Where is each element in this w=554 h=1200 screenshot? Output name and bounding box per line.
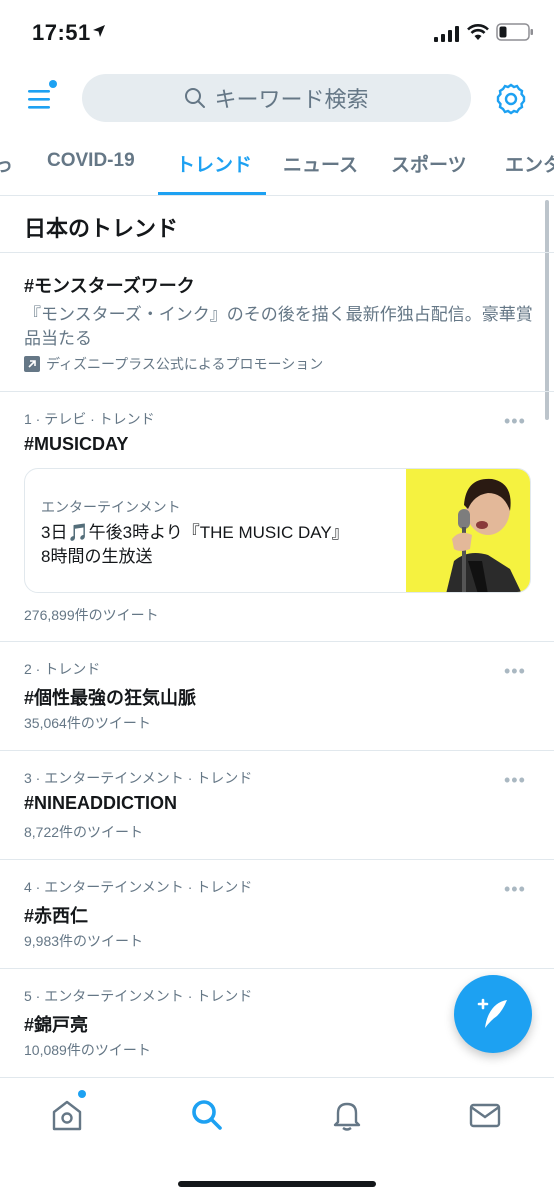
trend-name: #赤西仁 [24,906,89,926]
divider [0,252,554,253]
section-title: 日本のトレンド [24,216,179,241]
card-headline-line1: 3日🎵午後3時より『THE MUSIC DAY』 [41,523,349,542]
mail-icon[interactable] [468,1098,502,1132]
tab-entertainment[interactable]: エンタ [505,150,554,177]
scrollbar[interactable] [545,200,549,420]
location-arrow-icon [93,25,105,37]
tab-partial-left[interactable]: っ [0,150,13,177]
bell-icon[interactable] [330,1098,364,1132]
notification-dot [49,80,57,88]
trend-meta: 4 · エンターテインメント · トレンド [24,879,253,895]
trend-count: 35,064件のツイート [24,715,151,731]
gear-icon[interactable] [494,82,528,116]
more-options-icon[interactable]: ••• [504,879,526,900]
trend-count: 8,722件のツイート [24,824,144,840]
active-tab-indicator [158,192,266,195]
promoted-description: 『モンスターズ・インク』のその後を描く最新作独占配信。豪華賞品当たる [24,305,533,348]
trend-meta: 3 · エンターテインメント · トレンド [24,770,253,786]
promoted-icon [24,356,40,372]
trend-count: 10,089件のツイート [24,1042,151,1058]
singer-photo-image [446,478,522,592]
divider [0,641,554,642]
promoted-by: ディズニープラス公式によるプロモーション [24,354,323,374]
trend-item-4[interactable]: 4 · エンターテインメント · トレンド #赤西仁 ••• 9,983件のツイ… [0,877,554,961]
compose-feather-icon [477,998,507,1028]
tab-covid19[interactable]: COVID-19 [47,150,135,172]
trend-meta: 2 · トレンド [24,661,101,677]
trend-count: 276,899件のツイート [24,607,159,623]
card-category: エンターテインメント [41,499,181,515]
notification-dot [78,1090,86,1098]
trend-count: 9,983件のツイート [24,933,144,949]
home-indicator [178,1181,376,1187]
card-headline: 3日🎵午後3時より『THE MUSIC DAY』 8時間の生放送 [41,521,401,569]
trend-meta: 5 · エンターテインメント · トレンド [24,988,253,1004]
tab-sports[interactable]: スポーツ [391,150,467,177]
trend-name: #錦戸亮 [24,1015,89,1035]
trend-item-2[interactable]: 2 · トレンド #個性最強の狂気山脈 ••• 35,064件のツイート [0,659,554,743]
top-header: キーワード検索 [0,70,554,126]
more-options-icon[interactable]: ••• [504,411,526,432]
search-icon [185,88,206,108]
divider [0,391,554,392]
card-thumbnail [406,469,530,592]
search-input[interactable]: キーワード検索 [82,74,471,122]
search-placeholder: キーワード検索 [214,87,369,112]
trend-name: #NINEADDICTION [24,793,178,813]
trend-item-3[interactable]: 3 · エンターテインメント · トレンド #NINEADDICTION •••… [0,768,554,852]
status-time: 17:51 [32,20,91,45]
status-bar: 17:51 [0,0,554,64]
card-headline-line2: 8時間の生放送 [41,547,153,566]
more-options-icon[interactable]: ••• [504,661,526,682]
more-options-icon[interactable]: ••• [504,770,526,791]
signal-icon [434,26,459,42]
divider [0,750,554,751]
wifi-icon [467,24,489,40]
trend-meta: 1 · テレビ · トレンド [24,411,155,427]
category-tabs: っ COVID-19 トレンド ニュース スポーツ エンタ [0,132,554,196]
divider [0,968,554,969]
trend-name: #MUSICDAY [24,434,129,454]
battery-icon [496,23,533,41]
promoted-title[interactable]: #モンスターズワーク [24,272,195,298]
divider [0,859,554,860]
trend-name: #個性最強の狂気山脈 [24,688,197,708]
promoted-by-label: ディズニープラス公式によるプロモーション [46,356,324,372]
news-card[interactable]: エンターテインメント 3日🎵午後3時より『THE MUSIC DAY』 8時間の… [24,468,531,593]
search-icon[interactable] [190,1098,224,1132]
home-icon[interactable] [50,1098,84,1132]
compose-tweet-button[interactable] [454,975,532,1053]
tab-news[interactable]: ニュース [283,150,358,177]
tab-trend[interactable]: トレンド [176,150,252,177]
